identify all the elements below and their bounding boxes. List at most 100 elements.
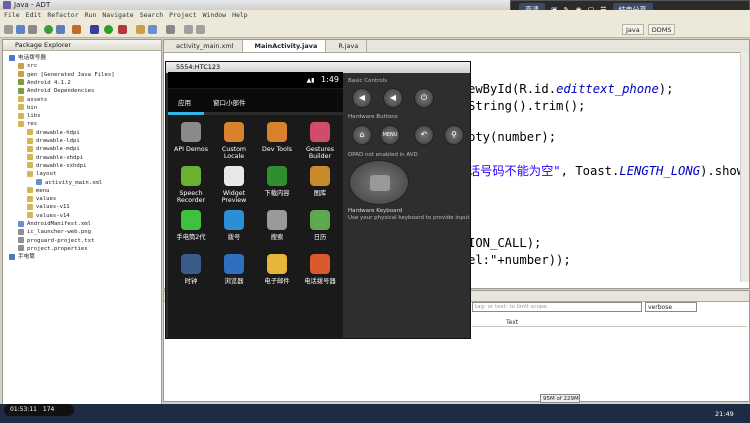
run-icon[interactable] [104, 25, 113, 34]
logcat-filter-input[interactable]: tag: or text: to limit scope. [472, 302, 642, 312]
status-time: 1:49 [321, 75, 339, 84]
perspective-ddms[interactable]: DDMS [647, 24, 676, 35]
tab-widgets[interactable]: 窗口小部件 [213, 97, 246, 107]
code-line: ewById(R.id.edittext_phone); [468, 82, 673, 96]
tree-item[interactable]: res [18, 120, 37, 128]
app-icon-2[interactable]: Dev Tools [256, 122, 298, 153]
app-icon-14[interactable]: 电子邮件 [256, 254, 298, 285]
app-label: 搜索 [270, 234, 284, 241]
tree-item[interactable]: project.properties [18, 245, 88, 253]
app-icon-3[interactable]: Gestures Builder [299, 122, 341, 160]
memory-indicator[interactable]: 95M of 229M [540, 394, 580, 403]
app-icon-12[interactable]: 时钟 [170, 254, 212, 285]
menu-item-window[interactable]: Window [203, 10, 226, 21]
volume-up-button[interactable]: ◀ [383, 88, 403, 108]
app-icon-7[interactable]: 图库 [299, 166, 341, 197]
tree-item[interactable]: drawable-ldpi [27, 137, 80, 145]
app-icon-10[interactable]: 搜索 [256, 210, 298, 241]
tree-item[interactable]: bin [18, 104, 37, 112]
recording-extra: 174 [42, 406, 55, 413]
tree-item[interactable]: menu [27, 187, 49, 195]
menu-item-navigate[interactable]: Navigate [102, 10, 133, 21]
back-icon[interactable] [184, 25, 193, 34]
tree-item[interactable]: drawable-mdpi [27, 145, 80, 153]
lint-icon[interactable] [72, 25, 81, 34]
tree-item-icon [27, 129, 33, 136]
tree-item[interactable]: drawable-hdpi [27, 129, 80, 137]
tab-apps[interactable]: 应用 [178, 97, 191, 107]
tree-item[interactable]: gen [Generated Java Files] [18, 71, 115, 79]
tree-item[interactable]: ic_launcher-web.png [18, 228, 91, 236]
app-icon-13[interactable]: 浏览器 [213, 254, 255, 285]
editor-scrollbar[interactable] [740, 52, 749, 282]
tree-item[interactable]: values [27, 195, 56, 203]
volume-down-button[interactable]: ◀ [352, 88, 372, 108]
code-line: ION_CALL); [468, 236, 541, 250]
save-icon[interactable] [16, 25, 25, 34]
app-icon-4[interactable]: Speech Recorder [170, 166, 212, 204]
search-icon[interactable] [166, 25, 175, 34]
tree-item-label: drawable-hdpi [36, 129, 80, 136]
app-icon-11[interactable]: 日历 [299, 210, 341, 241]
tree-item[interactable]: src [18, 62, 37, 70]
search-button[interactable]: ⚲ [444, 125, 464, 145]
tree-item[interactable]: AndroidManifest.xml [18, 220, 91, 228]
editor-tab[interactable]: activity_main.xml [164, 40, 243, 52]
tree-item[interactable]: drawable-xxhdpi [27, 162, 87, 170]
tree-item[interactable]: assets [18, 96, 47, 104]
dpad-center[interactable] [370, 175, 390, 191]
android-sdk-icon[interactable] [44, 25, 53, 34]
app-icon-8[interactable]: 手电筒2代 [170, 210, 212, 241]
avd-manager-icon[interactable] [56, 25, 65, 34]
debug-icon[interactable] [90, 25, 99, 34]
app-icon-0[interactable]: API Demos [170, 122, 212, 153]
code-line: el:"+number)); [468, 253, 571, 267]
code-text: ION_CALL); [468, 236, 542, 250]
menu-item-file[interactable]: File [4, 10, 20, 21]
menu-button[interactable]: MENU [380, 125, 400, 145]
menu-item-run[interactable]: Run [85, 10, 97, 21]
external-tools-icon[interactable] [118, 25, 127, 34]
tree-item[interactable]: 手电筒 [9, 253, 35, 261]
tree-item[interactable]: 电话拨号器 [9, 54, 46, 62]
app-label: Dev Tools [262, 146, 292, 153]
app-icon-15[interactable]: 电话拨号器 [299, 254, 341, 285]
code-line: String().trim(); [468, 99, 585, 113]
tree-item[interactable]: proguard-project.txt [18, 237, 94, 245]
tree-item[interactable]: drawable-xhdpi [27, 154, 83, 162]
editor-tab[interactable]: MainActivity.java [242, 40, 327, 52]
menu-item-help[interactable]: Help [232, 10, 248, 21]
dpad[interactable] [349, 160, 409, 205]
app-icon-1[interactable]: Custom Locale [213, 122, 255, 160]
perspective-java[interactable]: Java [622, 24, 644, 35]
forward-icon[interactable] [196, 25, 205, 34]
editor-tab[interactable]: R.java [326, 40, 368, 52]
tree-item[interactable]: libs [18, 112, 40, 120]
android-status-bar: ▲▮ 1:49 [168, 72, 343, 88]
tree-item[interactable]: Android 4.1.2 [18, 79, 71, 87]
new-icon[interactable] [4, 25, 13, 34]
tree-item[interactable]: values-v11 [27, 203, 70, 211]
menu-item-project[interactable]: Project [169, 10, 196, 21]
power-button[interactable]: ⏻ [414, 88, 434, 108]
log-level-select[interactable]: verbose [645, 302, 697, 312]
menu-item-refactor[interactable]: Refactor [47, 10, 78, 21]
app-label: 拨号 [227, 234, 241, 241]
menu-item-edit[interactable]: Edit [26, 10, 42, 21]
app-icon-6[interactable]: 下载内容 [256, 166, 298, 197]
tree-item[interactable]: Android Dependencies [18, 87, 94, 95]
new-package-icon[interactable] [136, 25, 145, 34]
tree-item-label: values-v11 [36, 204, 70, 211]
new-class-icon[interactable] [148, 25, 157, 34]
home-button[interactable]: ⌂ [352, 125, 372, 145]
app-icon [310, 210, 330, 230]
back-button[interactable]: ↶ [414, 125, 434, 145]
print-icon[interactable] [28, 25, 37, 34]
tree-item[interactable]: activity_main.xml [36, 179, 102, 187]
app-icon-5[interactable]: Widget Preview [213, 166, 255, 204]
menu-item-search[interactable]: Search [140, 10, 163, 21]
tree-item[interactable]: values-v14 [27, 212, 70, 220]
tree-item[interactable]: layout [27, 170, 56, 178]
tree-item-label: proguard-project.txt [27, 237, 95, 244]
app-icon-9[interactable]: 拨号 [213, 210, 255, 241]
